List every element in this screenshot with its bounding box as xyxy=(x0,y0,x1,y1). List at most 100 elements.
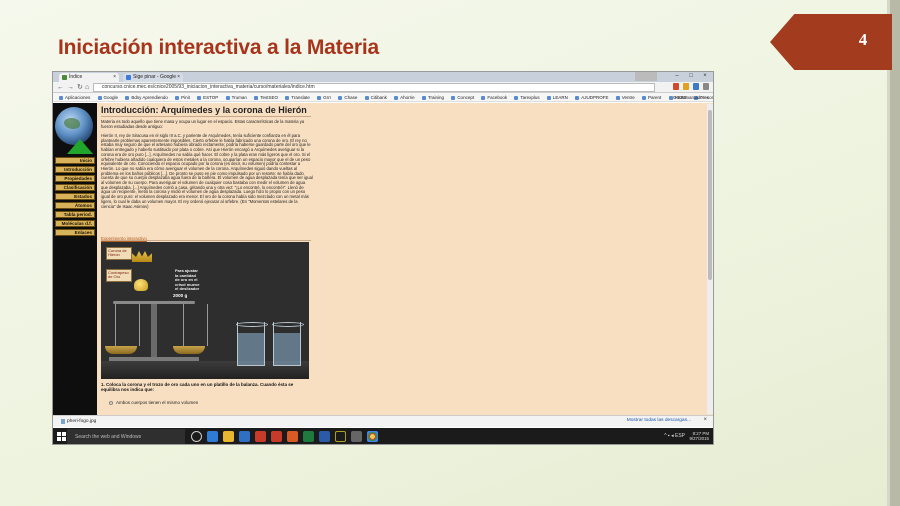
nav-tabla-periodica[interactable]: Tabla period. xyxy=(55,211,95,218)
crown-image[interactable] xyxy=(132,251,152,262)
beaker-right[interactable] xyxy=(272,322,304,366)
user-profile-button[interactable] xyxy=(635,72,657,81)
close-tab-icon[interactable]: × xyxy=(113,73,116,82)
premiere-icon[interactable] xyxy=(335,431,346,442)
minimize-icon[interactable]: – xyxy=(671,72,683,81)
clock[interactable]: 8:27 PM 9/27/2015 xyxy=(689,431,709,441)
bookmark-item[interactable]: Citibank xyxy=(365,93,387,101)
bookmark-item[interactable]: Google xyxy=(98,93,119,101)
bookmark-item[interactable]: LEARN xyxy=(547,93,568,101)
close-tab-icon[interactable]: × xyxy=(177,73,180,82)
windows-taskbar: Search the web and Windows ^ ▪ ◂ ESP 8:2… xyxy=(53,428,713,444)
right-pan[interactable] xyxy=(173,346,205,354)
browser-tab-bar: Índice × Sige pinar - Google Search × – … xyxy=(53,72,713,89)
extension-icon[interactable] xyxy=(673,83,679,90)
address-bar-row: ← → ↻ ⌂ concurso.cnice.mec.es/cnice2005/… xyxy=(53,82,713,93)
nav-clasificacion[interactable]: Clasificación xyxy=(55,184,95,191)
slide-number: 4 xyxy=(858,30,868,49)
bookmark-item[interactable]: Concept xyxy=(451,93,474,101)
input-language[interactable]: ESP xyxy=(675,433,685,439)
edge-icon[interactable] xyxy=(207,431,218,442)
site-sidebar: Inicio Introducción Propiedades Clasific… xyxy=(53,103,97,415)
bookmark-item[interactable]: Ventre xyxy=(616,93,635,101)
bookmark-item[interactable]: TestSEO xyxy=(254,93,278,101)
bookmark-item[interactable]: Truman xyxy=(226,93,247,101)
balance-wire xyxy=(139,304,140,346)
home-icon[interactable]: ⌂ xyxy=(85,83,89,92)
gold-label: Contrapeso de Oro xyxy=(106,269,132,282)
download-item[interactable]: pheri-fogo.jpg xyxy=(59,417,179,426)
left-pan[interactable] xyxy=(105,346,137,354)
slider-instructions: Para ajustar la cantidad de oro en el cr… xyxy=(175,268,200,291)
browser-tab-search[interactable]: Sige pinar - Google Search × xyxy=(123,73,183,89)
bookmark-item[interactable]: Parent xyxy=(642,93,661,101)
page-content: Introducción: Arquímedes y la corona de … xyxy=(101,103,658,415)
intro-paragraph: Materia es todo aquello que tiene masa y… xyxy=(101,119,305,129)
heading-divider xyxy=(101,116,311,117)
page-scrollbar[interactable] xyxy=(707,104,713,414)
show-all-downloads[interactable]: Mostrar todas las descargas... xyxy=(627,418,691,423)
nav-moleculas[interactable]: Moléculas d.f. xyxy=(55,220,95,227)
nav-atomos[interactable]: Átomos xyxy=(55,202,95,209)
bookmark-item[interactable]: Chase xyxy=(338,93,357,101)
answer-option[interactable]: Ambos cuerpos tienen el mismo volumen xyxy=(109,400,198,405)
word-icon[interactable] xyxy=(319,431,330,442)
acrobat-icon[interactable] xyxy=(255,431,266,442)
bookmark-item[interactable]: Grrr xyxy=(317,93,331,101)
browser-tab-indice[interactable]: Índice × xyxy=(59,73,119,82)
bookmarks-bar: Aplicaciones Google Bdsy Aprendiendo Pin… xyxy=(53,93,713,102)
bookmark-item[interactable]: Pinit xyxy=(175,93,190,101)
bookmark-item[interactable]: Aplicaciones xyxy=(59,93,90,101)
scrollbar-thumb[interactable] xyxy=(708,110,712,280)
gold-nugget-image[interactable] xyxy=(134,279,148,291)
bookmark-item[interactable]: Ahorrie xyxy=(394,93,415,101)
powerpoint-icon[interactable] xyxy=(271,431,282,442)
windows-start-icon[interactable] xyxy=(57,432,66,441)
file-explorer-icon[interactable] xyxy=(223,431,234,442)
tab-label: Índice xyxy=(69,74,83,80)
beaker-left[interactable] xyxy=(236,322,268,366)
back-icon[interactable]: ← xyxy=(57,83,64,92)
radio-icon[interactable] xyxy=(109,400,113,405)
triangle-logo xyxy=(67,139,93,154)
taskbar-search-input[interactable]: Search the web and Windows xyxy=(67,429,185,444)
nav-estados[interactable]: Estados xyxy=(55,193,95,200)
maximize-icon[interactable]: □ xyxy=(685,72,697,81)
question-text: 1. Coloca la corona y el trozo de oro ca… xyxy=(101,382,294,392)
chrome-icon[interactable] xyxy=(367,431,378,442)
balance-post xyxy=(151,304,157,357)
reload-icon[interactable]: ↻ xyxy=(77,83,83,92)
close-downloads-icon[interactable]: × xyxy=(703,417,707,423)
close-window-icon[interactable]: × xyxy=(699,72,711,81)
nav-inicio[interactable]: Inicio xyxy=(55,157,95,164)
tray-icons[interactable]: ^ ▪ ◂ ESP xyxy=(664,433,685,439)
nav-introduccion[interactable]: Introducción xyxy=(55,166,95,173)
balance-simulation[interactable]: Corona de Hierón Contrapeso de Oro Para … xyxy=(101,242,309,379)
url-input[interactable]: concurso.cnice.mec.es/cnice2005/93_inici… xyxy=(93,83,655,92)
bookmark-item[interactable]: Bdsy Aprendiendo xyxy=(125,93,168,101)
slide-side-band xyxy=(890,0,900,506)
bookmark-item[interactable]: Tarexplus xyxy=(514,93,539,101)
bookmark-item[interactable]: AJUDPROFE xyxy=(575,93,608,101)
nav-propiedades[interactable]: Propiedades xyxy=(55,175,95,182)
task-view-icon[interactable] xyxy=(191,431,202,442)
slide-side-band-light xyxy=(887,0,890,506)
excel-icon[interactable] xyxy=(303,431,314,442)
app-icon[interactable] xyxy=(287,431,298,442)
extension-icon[interactable] xyxy=(693,83,699,90)
bookmark-item[interactable]: Facebook xyxy=(481,93,507,101)
bookmark-item[interactable]: Translate xyxy=(285,93,310,101)
forward-icon[interactable]: → xyxy=(67,83,74,92)
calculator-icon[interactable] xyxy=(351,431,362,442)
story-paragraph: Hierón II, rey de Siracusa en el siglo I… xyxy=(101,133,313,209)
crown-label: Corona de Hierón xyxy=(106,247,132,260)
other-bookmarks[interactable]: Otros marcadores xyxy=(673,93,709,101)
store-icon[interactable] xyxy=(239,431,250,442)
bookmark-item[interactable]: Training xyxy=(422,93,444,101)
nav-enlaces[interactable]: Enlaces xyxy=(55,229,95,236)
menu-icon[interactable] xyxy=(703,83,709,90)
clock-date: 9/27/2015 xyxy=(689,436,709,441)
extension-icon[interactable] xyxy=(683,83,689,90)
slide-title: Iniciación interactiva a la Materia xyxy=(58,36,379,59)
bookmark-item[interactable]: ESTOP xyxy=(197,93,218,101)
